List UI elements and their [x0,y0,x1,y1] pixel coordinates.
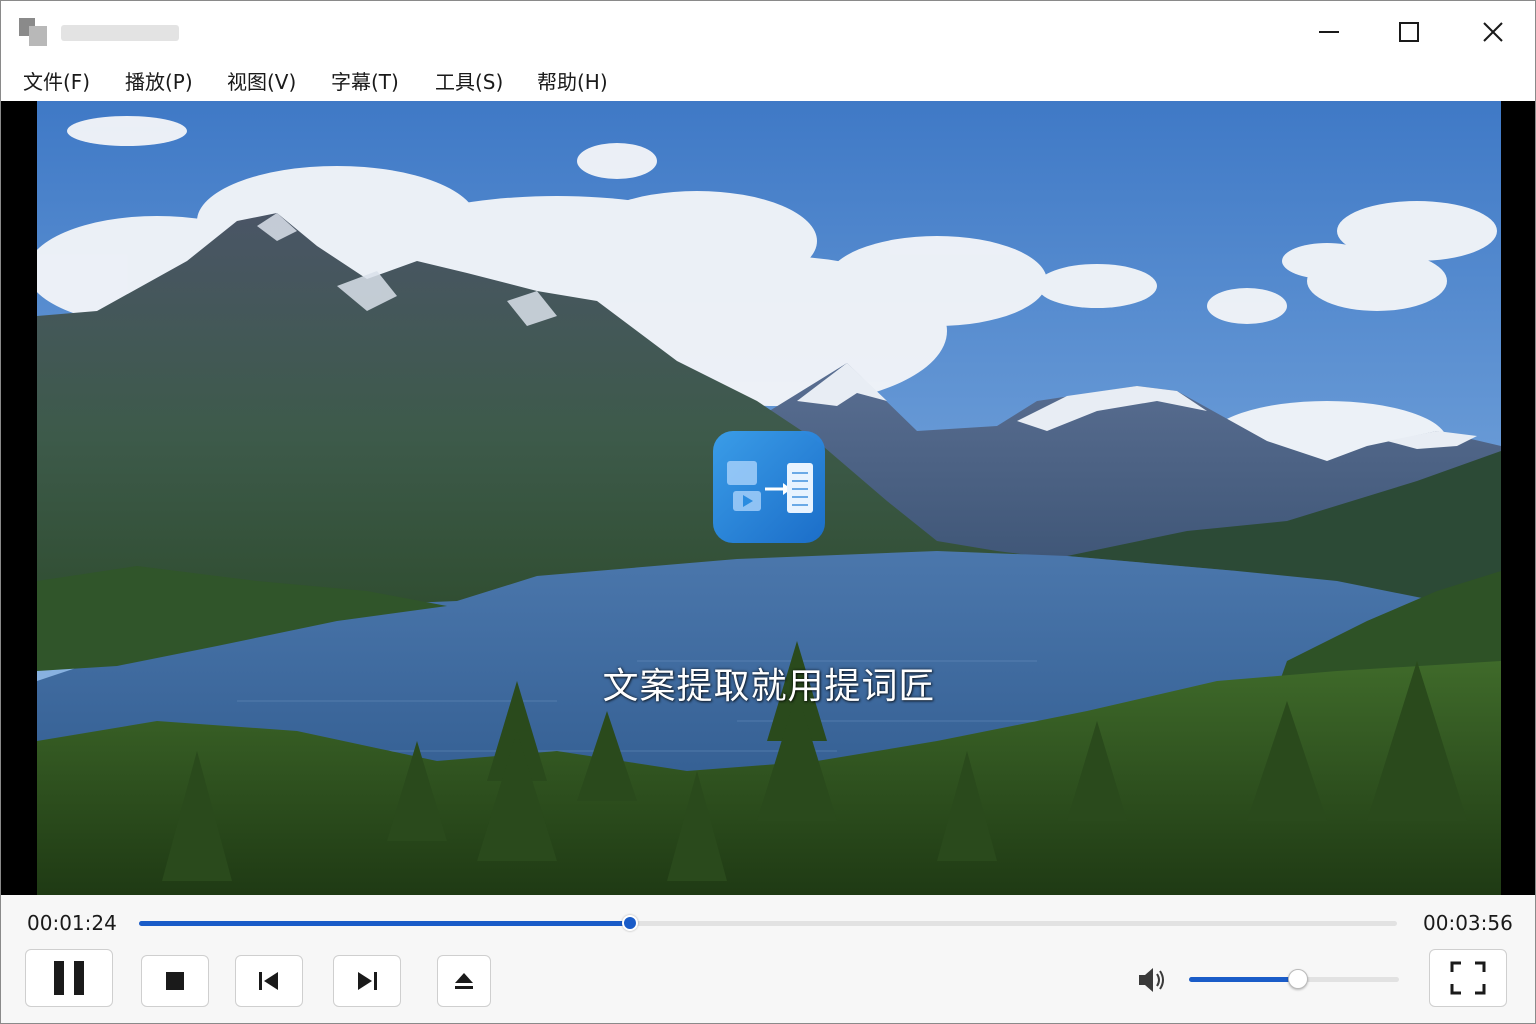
playback-controls: 00:01:24 00:03:56 [1,895,1535,1023]
stop-button[interactable] [141,955,209,1007]
maximize-icon [1399,22,1419,42]
pause-icon [54,961,84,995]
eject-icon [455,973,473,989]
window-title-redacted [61,25,179,41]
skip-next-icon [358,972,377,990]
media-player-window: 文件(F) 播放(P) 视图(V) 字幕(T) 工具(S) 帮助(H) 文案提取… [0,0,1536,1024]
menu-play[interactable]: 播放(P) [125,67,193,97]
menu-file[interactable]: 文件(F) [23,67,90,97]
volume-thumb[interactable] [1288,969,1309,989]
minimize-button[interactable] [1289,1,1369,63]
title-bar [1,1,1535,63]
maximize-button[interactable] [1369,1,1449,63]
pause-button[interactable] [25,949,113,1007]
menu-view[interactable]: 视图(V) [227,67,296,97]
menu-tools[interactable]: 工具(S) [435,67,503,97]
fullscreen-icon [1450,961,1486,995]
menu-help[interactable]: 帮助(H) [537,67,608,97]
total-time: 00:03:56 [1423,911,1513,935]
video-area[interactable]: 文案提取就用提词匠 [1,101,1535,895]
menu-bar: 文件(F) 播放(P) 视图(V) 字幕(T) 工具(S) 帮助(H) [1,63,1535,101]
volume-slider[interactable] [1189,969,1399,989]
menu-subtitle[interactable]: 字幕(T) [331,67,399,97]
skip-previous-icon [259,972,278,990]
previous-button[interactable] [235,955,303,1007]
watermark-text: 文案提取就用提词匠 [602,666,936,707]
close-icon [1483,22,1503,42]
seek-bar-thumb[interactable] [621,915,638,931]
eject-button[interactable] [437,955,491,1007]
close-button[interactable] [1453,1,1533,63]
video-frame[interactable] [37,101,1501,895]
volume-level [1189,977,1299,982]
current-time: 00:01:24 [27,911,117,935]
speaker-icon[interactable] [1135,963,1169,997]
seek-bar[interactable] [139,915,1397,931]
seek-bar-progress [139,921,630,926]
minimize-icon [1319,31,1339,33]
next-button[interactable] [333,955,401,1007]
stop-icon [166,972,184,990]
fullscreen-button[interactable] [1429,949,1507,1007]
app-icon [19,18,47,46]
